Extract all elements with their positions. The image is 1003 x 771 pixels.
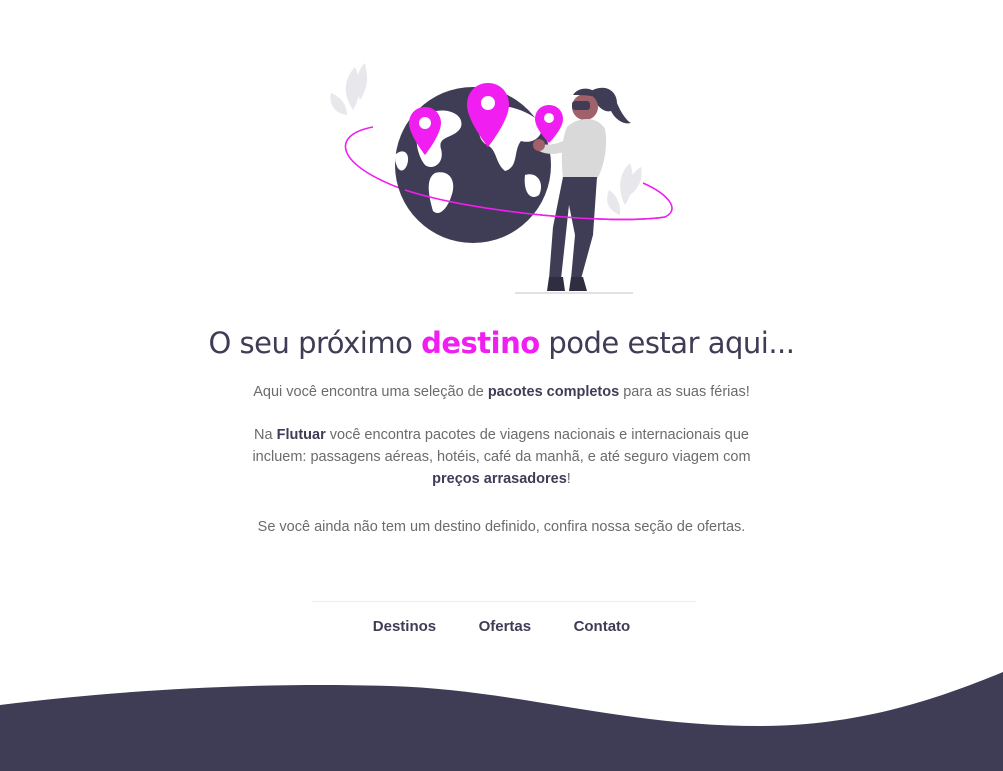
- cta-paragraph: Se você ainda não tem um destino definid…: [257, 519, 746, 535]
- about-text-middle: você encontra pacotes de viagens naciona…: [252, 427, 751, 465]
- nav-link-ofertas[interactable]: Ofertas: [479, 618, 532, 635]
- about-text-end: !: [566, 471, 571, 487]
- intro-paragraph: Aqui você encontra uma seleção de pacote…: [240, 381, 763, 403]
- intro-bold-text: pacotes completos: [487, 384, 620, 400]
- page-headline: O seu próximo destino pode estar aqui...: [0, 326, 1003, 360]
- nav-link-destinos[interactable]: Destinos: [373, 618, 436, 635]
- about-paragraph: Na Flutuar você encontra pacotes de viag…: [240, 424, 763, 490]
- about-bold-text: preços arrasadores: [432, 471, 567, 487]
- intro-text: Aqui você encontra uma seleção de: [253, 384, 488, 400]
- nav-link-contato[interactable]: Contato: [574, 618, 631, 635]
- footer-nav: Destinos Ofertas Contato: [0, 618, 1003, 636]
- brand-name: Flutuar: [276, 427, 326, 443]
- footer-wave: [0, 672, 1003, 771]
- leaf-decoration-left: [330, 63, 368, 115]
- nav-divider: [312, 601, 696, 602]
- leaf-decoration-right: [607, 163, 642, 215]
- headline-prefix: O seu próximo: [208, 326, 422, 360]
- traveler-globe-illustration: [330, 63, 673, 294]
- headline-highlight: destino: [421, 326, 540, 360]
- headline-suffix: pode estar aqui...: [539, 326, 795, 360]
- about-text-start: Na: [254, 427, 277, 443]
- intro-text-end: para as suas férias!: [619, 384, 750, 400]
